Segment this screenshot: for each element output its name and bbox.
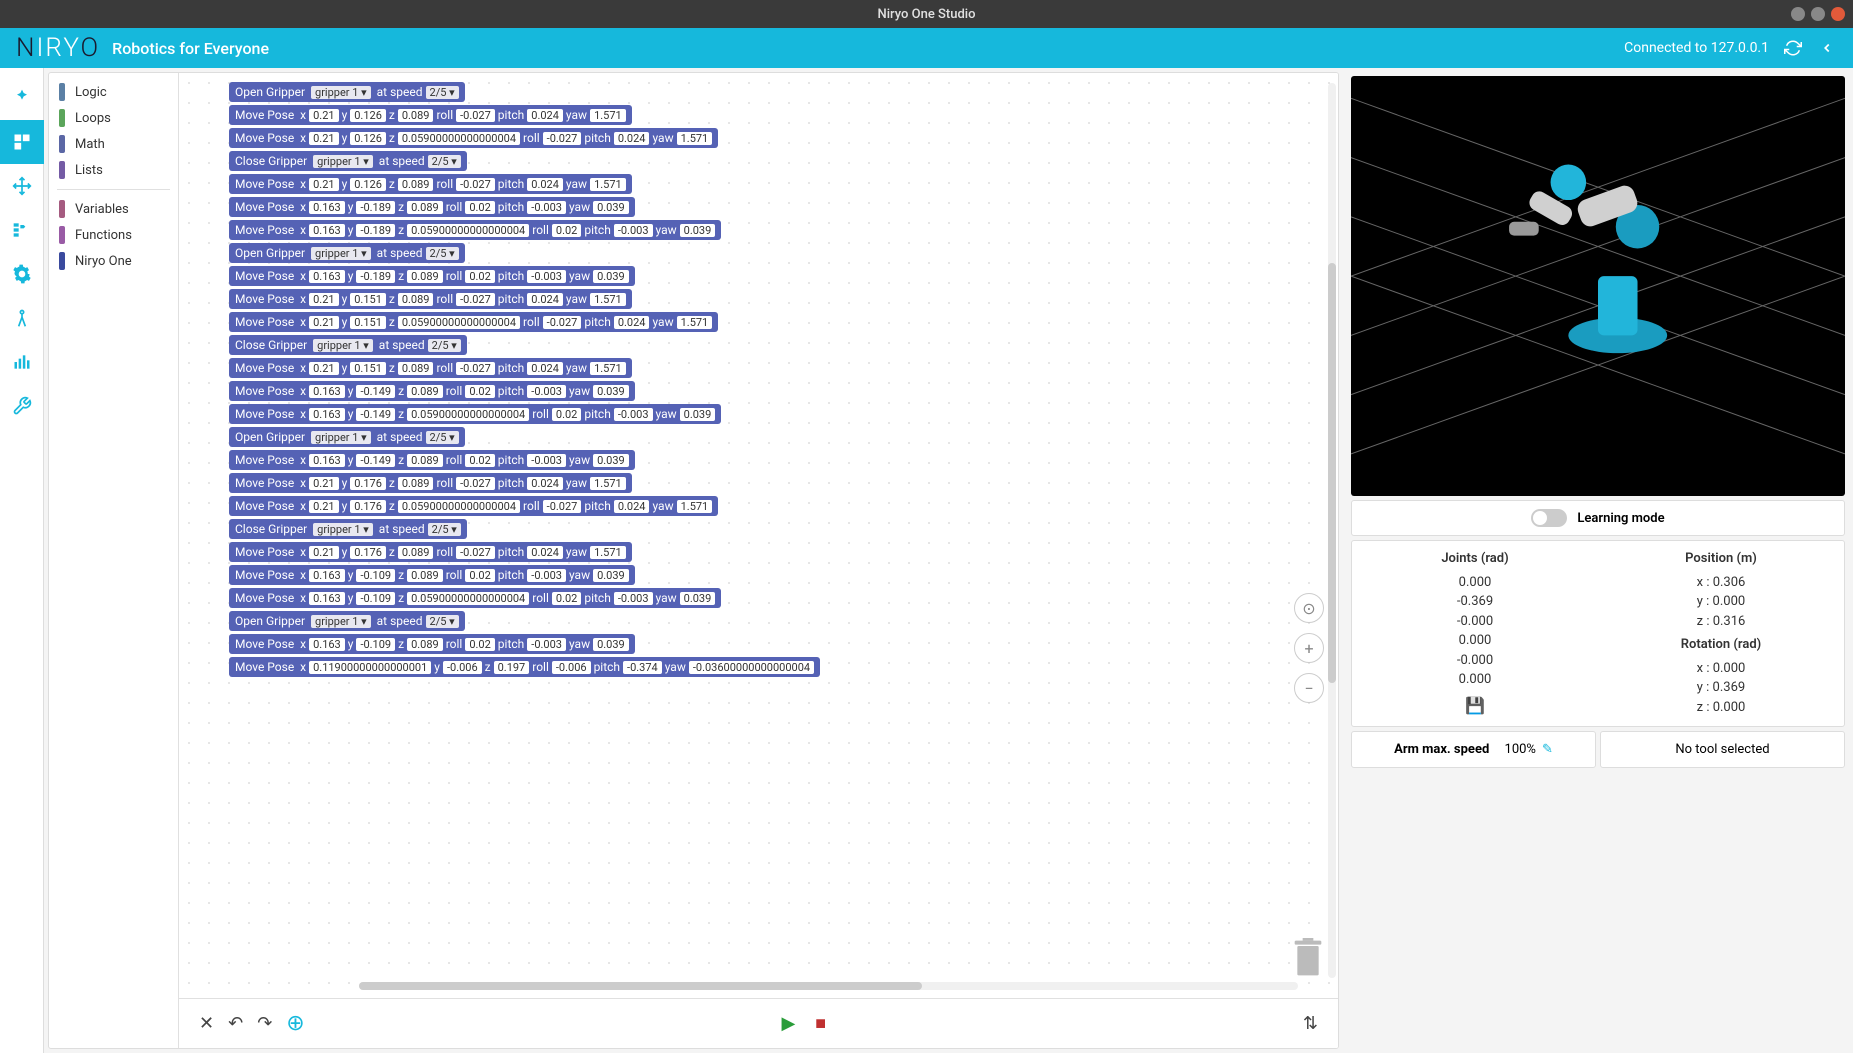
save-joints-icon[interactable]: 💾 (1352, 694, 1598, 718)
status-panel: Joints (rad) 0.000-0.369 -0.0000.000 -0.… (1351, 540, 1845, 727)
categories: LogicLoopsMathLists VariablesFunctionsNir… (49, 73, 179, 1048)
gripper-block[interactable]: Close Gripper gripper 1 ▾ at speed 2/5 ▾ (229, 335, 467, 355)
move-pose-block[interactable]: Move Pose x 0.163 y -0.189 z 0.089 roll … (229, 266, 635, 286)
nav-connect-icon[interactable] (0, 76, 44, 120)
connection-status: Connected to 127.0.0.1 (1624, 40, 1769, 56)
viewer-3d[interactable] (1351, 76, 1845, 496)
position-column: Position (m) x : 0.306y : 0.000z : 0.316… (1598, 549, 1844, 718)
logo: NIRYO Robotics for Everyone (16, 33, 269, 63)
trash-icon[interactable] (1292, 938, 1324, 978)
move-pose-block[interactable]: Move Pose x 0.163 y -0.189 z 0.089 roll … (229, 197, 635, 217)
move-pose-block[interactable]: Move Pose x 0.21 y 0.126 z 0.089 roll -0… (229, 105, 632, 125)
category-math[interactable]: Math (49, 131, 178, 157)
undo-button[interactable]: ↶ (228, 1013, 243, 1034)
learning-mode-toggle[interactable] (1531, 509, 1567, 527)
main: LogicLoopsMathLists VariablesFunctionsNir… (0, 68, 1853, 1053)
vertical-scrollbar[interactable] (1328, 83, 1336, 978)
nav-sequence-icon[interactable] (0, 208, 44, 252)
joints-column: Joints (rad) 0.000-0.369 -0.0000.000 -0.… (1352, 549, 1598, 718)
nav-blockly-icon[interactable] (0, 120, 44, 164)
titlebar: Niryo One Studio (0, 0, 1853, 28)
transfer-button[interactable]: ⇅ (1303, 1013, 1318, 1034)
move-pose-block[interactable]: Move Pose x 0.163 y -0.149 z 0.059000000… (229, 404, 721, 424)
zoom-in-button[interactable]: + (1294, 633, 1324, 663)
blockly-area: LogicLoopsMathLists VariablesFunctionsNir… (48, 72, 1339, 1049)
robot-arm-graphic (1509, 164, 1667, 353)
move-pose-block[interactable]: Move Pose x 0.21 y 0.176 z 0.05900000000… (229, 496, 718, 516)
close-button[interactable] (1831, 7, 1845, 21)
add-button[interactable]: ⊕ (286, 1011, 304, 1036)
minimize-button[interactable] (1791, 7, 1805, 21)
workspace-controls: ⊙ + − (1294, 593, 1324, 703)
move-pose-block[interactable]: Move Pose x 0.21 y 0.151 z 0.089 roll -0… (229, 358, 632, 378)
nav-tools-icon[interactable] (0, 384, 44, 428)
window-controls (1791, 7, 1845, 21)
gripper-block[interactable]: Close Gripper gripper 1 ▾ at speed 2/5 ▾ (229, 151, 467, 171)
learning-mode-row: Learning mode (1351, 500, 1845, 536)
gripper-block[interactable]: Open Gripper gripper 1 ▾ at speed 2/5 ▾ (229, 243, 465, 263)
clear-button[interactable]: ✕ (199, 1013, 214, 1034)
speed-panel: Arm max. speed 100% ✎ (1351, 731, 1596, 768)
nav-move-icon[interactable] (0, 164, 44, 208)
gripper-block[interactable]: Open Gripper gripper 1 ▾ at speed 2/5 ▾ (229, 427, 465, 447)
move-pose-block[interactable]: Move Pose x 0.21 y 0.151 z 0.089 roll -0… (229, 289, 632, 309)
move-pose-block[interactable]: Move Pose x 0.21 y 0.126 z 0.089 roll -0… (229, 174, 632, 194)
window-title: Niryo One Studio (878, 7, 976, 22)
move-pose-block[interactable]: Move Pose x 0.163 y -0.109 z 0.089 roll … (229, 565, 635, 585)
move-pose-block[interactable]: Move Pose x 0.163 y -0.149 z 0.089 roll … (229, 381, 635, 401)
tagline: Robotics for Everyone (112, 39, 269, 58)
move-pose-block[interactable]: Move Pose x 0.21 y 0.151 z 0.05900000000… (229, 312, 718, 332)
left-sidebar (0, 68, 44, 1053)
move-pose-block[interactable]: Move Pose x 0.21 y 0.176 z 0.089 roll -0… (229, 542, 632, 562)
move-pose-block[interactable]: Move Pose x 0.163 y -0.109 z 0.059000000… (229, 588, 721, 608)
bottom-bar: ✕ ↶ ↷ ⊕ ▶ ■ ⇅ (179, 998, 1338, 1048)
move-pose-block[interactable]: Move Pose x 0.11900000000000001 y -0.006… (229, 657, 820, 677)
move-pose-block[interactable]: Move Pose x 0.21 y 0.176 z 0.089 roll -0… (229, 473, 632, 493)
workspace[interactable]: Open Gripper gripper 1 ▾ at speed 2/5 ▾ M… (179, 73, 1338, 1048)
header-right: Connected to 127.0.0.1 (1624, 38, 1837, 58)
category-logic[interactable]: Logic (49, 79, 178, 105)
app-header: NIRYO Robotics for Everyone Connected to… (0, 28, 1853, 68)
gripper-block[interactable]: Open Gripper gripper 1 ▾ at speed 2/5 ▾ (229, 82, 465, 102)
play-button[interactable]: ▶ (781, 1013, 795, 1034)
category-lists[interactable]: Lists (49, 157, 178, 183)
edit-speed-icon[interactable]: ✎ (1542, 742, 1553, 757)
gripper-block[interactable]: Open Gripper gripper 1 ▾ at speed 2/5 ▾ (229, 611, 465, 631)
category-niryo one[interactable]: Niryo One (49, 248, 178, 274)
blocks-container: Open Gripper gripper 1 ▾ at speed 2/5 ▾ M… (229, 81, 820, 679)
gripper-block[interactable]: Close Gripper gripper 1 ▾ at speed 2/5 ▾ (229, 519, 467, 539)
move-pose-block[interactable]: Move Pose x 0.21 y 0.126 z 0.05900000000… (229, 128, 718, 148)
refresh-icon[interactable] (1783, 38, 1803, 58)
right-panel: Learning mode Joints (rad) 0.000-0.369 -… (1343, 68, 1853, 1053)
horizontal-scrollbar[interactable] (359, 982, 1298, 990)
tool-panel: No tool selected (1600, 731, 1845, 768)
zoom-out-button[interactable]: − (1294, 673, 1324, 703)
move-pose-block[interactable]: Move Pose x 0.163 y -0.149 z 0.089 roll … (229, 450, 635, 470)
content: LogicLoopsMathLists VariablesFunctionsNir… (44, 68, 1343, 1053)
nav-calibration-icon[interactable] (0, 296, 44, 340)
chevron-left-icon[interactable] (1817, 38, 1837, 58)
learning-mode-label: Learning mode (1577, 511, 1664, 526)
nav-chart-icon[interactable] (0, 340, 44, 384)
redo-button[interactable]: ↷ (257, 1013, 272, 1034)
stop-button[interactable]: ■ (815, 1013, 826, 1034)
move-pose-block[interactable]: Move Pose x 0.163 y -0.189 z 0.059000000… (229, 220, 721, 240)
category-loops[interactable]: Loops (49, 105, 178, 131)
category-variables[interactable]: Variables (49, 196, 178, 222)
category-functions[interactable]: Functions (49, 222, 178, 248)
nav-settings-icon[interactable] (0, 252, 44, 296)
center-button[interactable]: ⊙ (1294, 593, 1324, 623)
logo-text: NIRYO (16, 33, 100, 63)
move-pose-block[interactable]: Move Pose x 0.163 y -0.109 z 0.089 roll … (229, 634, 635, 654)
maximize-button[interactable] (1811, 7, 1825, 21)
